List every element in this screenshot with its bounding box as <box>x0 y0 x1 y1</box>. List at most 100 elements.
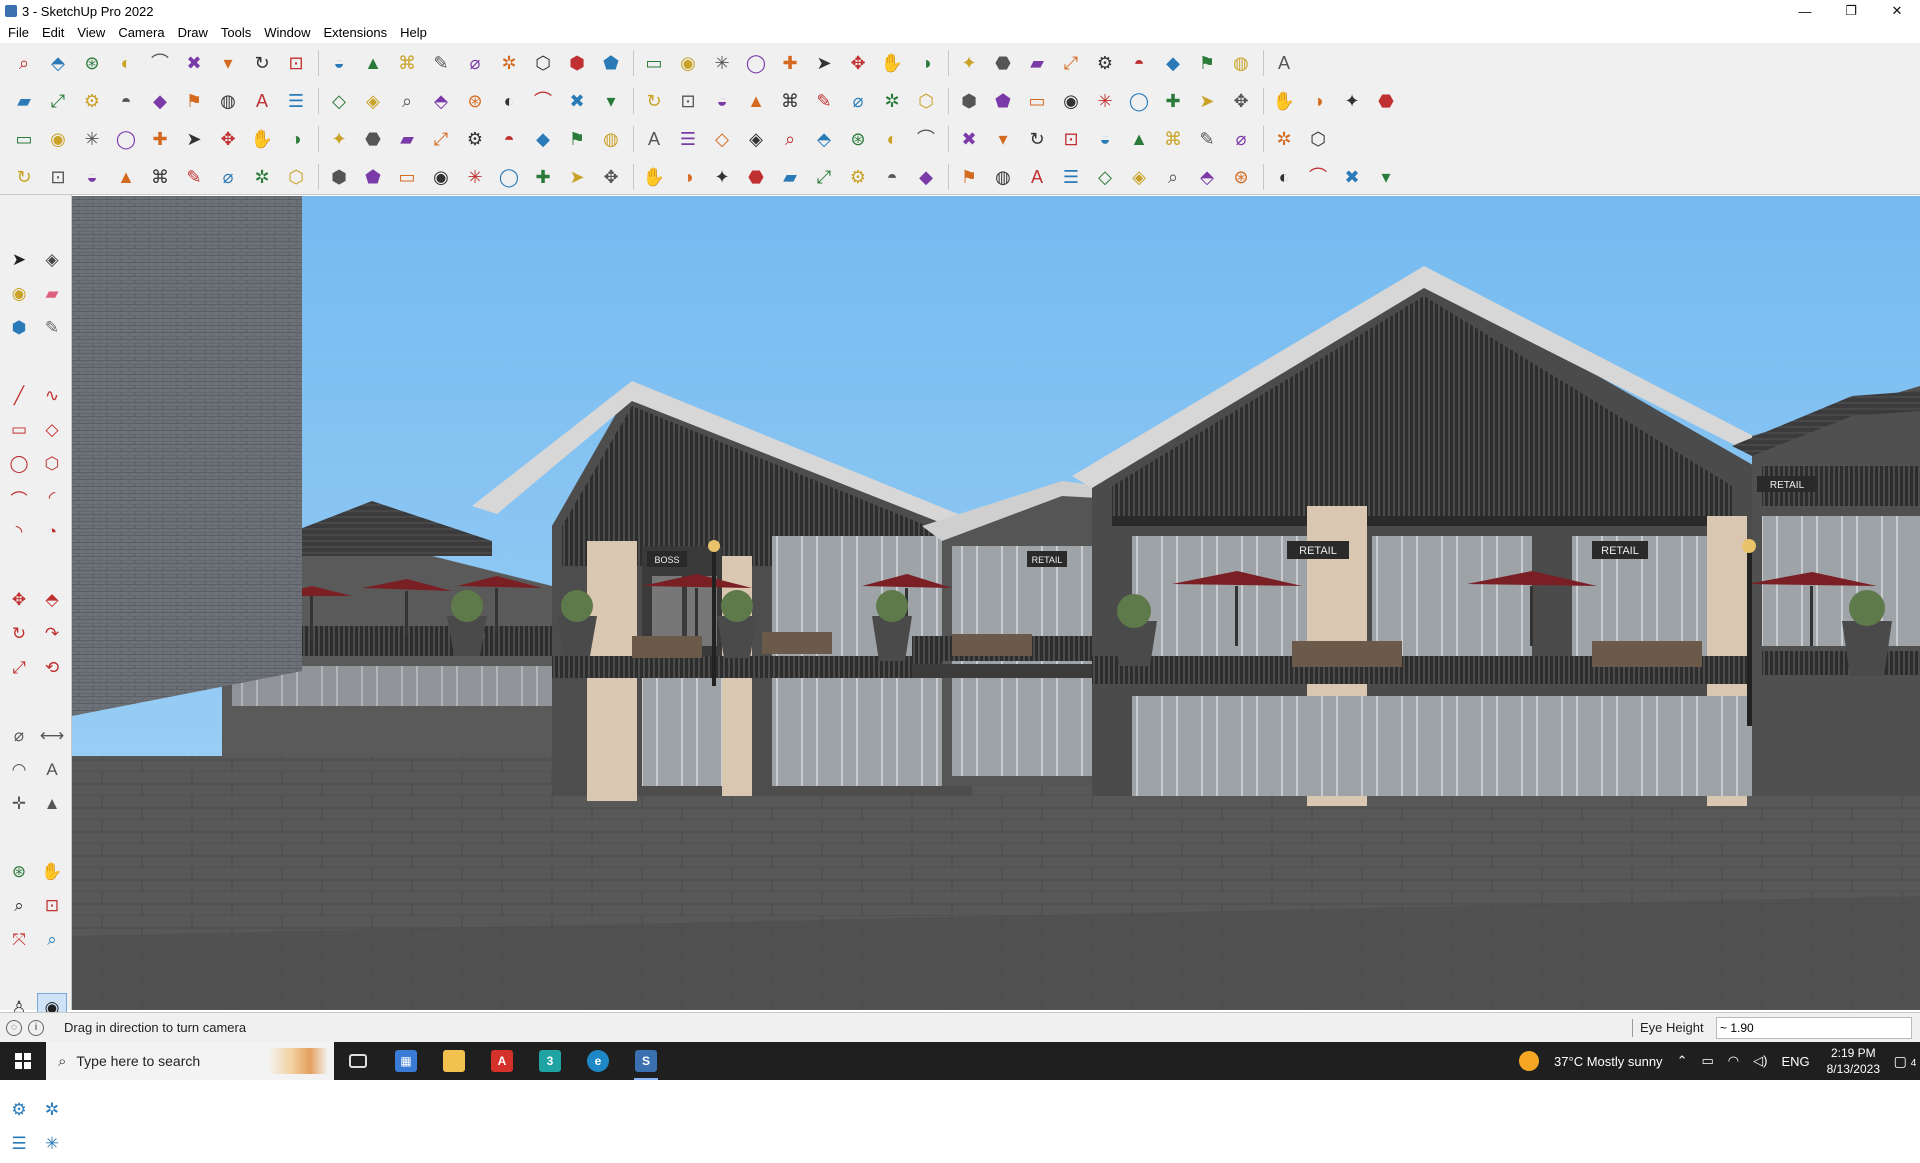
taskbar-app-acrobat[interactable]: A <box>478 1042 526 1080</box>
corner3-icon[interactable]: ▭ <box>391 161 423 193</box>
shape4-icon[interactable]: ⬣ <box>1370 85 1402 117</box>
fan-icon[interactable]: ⬢ <box>323 161 355 193</box>
blue-shape-icon[interactable]: ▭ <box>8 123 40 155</box>
plus-red-icon[interactable]: ◓ <box>493 123 525 155</box>
3d-text-icon[interactable]: ▲ <box>37 789 67 819</box>
hexagon-icon[interactable]: ⬡ <box>910 85 942 117</box>
ramp-icon[interactable]: ▰ <box>774 161 806 193</box>
menu-camera[interactable]: Camera <box>118 25 164 40</box>
cylinder-icon[interactable]: ⊛ <box>842 123 874 155</box>
box-icon[interactable]: ⬣ <box>357 123 389 155</box>
lasso-icon[interactable]: ✳ <box>1089 85 1121 117</box>
shape3-icon[interactable]: ✦ <box>1336 85 1368 117</box>
plus-green-icon[interactable]: ◆ <box>527 123 559 155</box>
tile1-icon[interactable]: ▲ <box>1123 123 1155 155</box>
building-icon[interactable]: ↻ <box>638 85 670 117</box>
group-icon[interactable]: ◒ <box>706 85 738 117</box>
rectangle-icon[interactable]: ⊡ <box>280 47 312 79</box>
lines-icon[interactable]: ⬣ <box>740 161 772 193</box>
ruby-icon[interactable]: A <box>1268 47 1300 79</box>
cluster-icon[interactable]: ▾ <box>987 123 1019 155</box>
sections-icon[interactable]: ⤢ <box>1055 47 1087 79</box>
scatter-icon[interactable]: ⌀ <box>1225 123 1257 155</box>
follow-me-icon[interactable]: ↷ <box>37 619 67 649</box>
layers-icon[interactable]: ✥ <box>842 47 874 79</box>
pie-icon[interactable]: ◔ <box>37 517 67 547</box>
shape1-icon[interactable]: ✋ <box>1268 85 1300 117</box>
hook-icon[interactable]: ◐ <box>876 123 908 155</box>
solid-tools-icon[interactable]: ⚙ <box>1089 47 1121 79</box>
info-icon[interactable]: i <box>28 1019 44 1036</box>
corner-icon[interactable]: ⤢ <box>425 123 457 155</box>
restore-button[interactable]: ❐ <box>1828 0 1874 22</box>
rake-icon[interactable]: ⤢ <box>808 161 840 193</box>
components-icon[interactable]: ➤ <box>808 47 840 79</box>
rotate-icon[interactable]: ⌀ <box>459 47 491 79</box>
menu-draw[interactable]: Draw <box>178 25 208 40</box>
rotate-icon[interactable]: ↻ <box>4 619 34 649</box>
weather-text[interactable]: 37°C Mostly sunny <box>1554 1054 1663 1069</box>
zoom-window-icon[interactable]: ⊡ <box>37 891 67 921</box>
arc-icon[interactable]: ⌒ <box>4 483 34 513</box>
red-plane-icon[interactable]: ◯ <box>110 123 142 155</box>
zoom-extents-icon[interactable]: ⤧ <box>4 925 34 955</box>
two-point-arc-icon[interactable]: ◜ <box>37 483 67 513</box>
shape2-icon[interactable]: ◑ <box>1302 85 1334 117</box>
loop-icon[interactable]: ✥ <box>212 123 244 155</box>
grid-plane-icon[interactable]: ➤ <box>178 123 210 155</box>
line-icon[interactable]: ➤ <box>1191 85 1223 117</box>
green-plane-icon[interactable]: ✚ <box>144 123 176 155</box>
three-point-arc-icon[interactable]: ◝ <box>4 517 34 547</box>
zoom-icon[interactable]: ⌕ <box>8 47 40 79</box>
gear-icon[interactable]: ⌘ <box>144 161 176 193</box>
move-icon[interactable]: ✎ <box>425 47 457 79</box>
redo-icon[interactable]: ◍ <box>1225 47 1257 79</box>
dots-icon[interactable]: ⚙ <box>459 123 491 155</box>
compass-icon[interactable]: ⬘ <box>808 123 840 155</box>
model-info-icon[interactable]: ✚ <box>774 47 806 79</box>
section-plane-icon[interactable]: ◈ <box>357 85 389 117</box>
rotate-axis-icon[interactable]: A <box>246 85 278 117</box>
start-button[interactable] <box>0 1042 46 1080</box>
styles-icon[interactable]: ✳ <box>37 1129 67 1159</box>
hatch15-icon[interactable]: ▾ <box>1370 161 1402 193</box>
paint-bucket-icon[interactable]: ◉ <box>4 279 34 309</box>
previous-view-icon[interactable]: ⌕ <box>37 925 67 955</box>
list-icon[interactable]: ◑ <box>280 123 312 155</box>
grid-dots-icon[interactable]: ⬡ <box>1302 123 1334 155</box>
orbit-icon[interactable]: ⊛ <box>4 857 34 887</box>
model-info-icon[interactable]: ⚙ <box>4 1095 34 1125</box>
zoom-extents-icon[interactable]: ◯ <box>740 47 772 79</box>
menu-view[interactable]: View <box>77 25 105 40</box>
taskbar-app-edge[interactable]: e <box>574 1042 622 1080</box>
close-button[interactable]: ✕ <box>1874 0 1920 22</box>
flip-icon[interactable]: ◓ <box>1123 47 1155 79</box>
weather-sun-icon[interactable] <box>1519 1051 1540 1071</box>
section-cut-icon[interactable]: ⌕ <box>391 85 423 117</box>
zoom-icon[interactable]: ⌕ <box>4 891 34 921</box>
split-icon[interactable]: ▲ <box>110 161 142 193</box>
pencil-icon[interactable]: ⌒ <box>144 47 176 79</box>
select-arrow-icon[interactable]: ⬘ <box>42 47 74 79</box>
section-fill-icon[interactable]: ⬘ <box>425 85 457 117</box>
polygon-icon[interactable]: ◯ <box>1123 85 1155 117</box>
push-pull-icon[interactable]: ⬘ <box>37 585 67 615</box>
offset-icon[interactable]: ◇ <box>323 85 355 117</box>
sample-paint-icon[interactable]: ✎ <box>37 313 67 343</box>
extension-warehouse-icon[interactable]: ▰ <box>1021 47 1053 79</box>
taskbar-app-sketchup[interactable]: S <box>622 1042 670 1080</box>
wave-icon[interactable]: ✚ <box>527 161 559 193</box>
scale-icon[interactable]: ⤢ <box>4 653 34 683</box>
hatch12-icon[interactable]: ◐ <box>1268 161 1300 193</box>
dropdown-icon[interactable]: ◒ <box>323 47 355 79</box>
yellow-plane-icon[interactable]: ✳ <box>76 123 108 155</box>
dropdown-icon[interactable]: ↻ <box>246 47 278 79</box>
mesh-icon[interactable]: ⊡ <box>1055 123 1087 155</box>
ghost-icon[interactable]: ✥ <box>1225 85 1257 117</box>
text-icon[interactable]: ⬢ <box>561 47 593 79</box>
square-icon[interactable]: ⌀ <box>842 85 874 117</box>
curve-dots-icon[interactable]: ✲ <box>1268 123 1300 155</box>
arrow-icon[interactable]: ✦ <box>706 161 738 193</box>
polygon-icon[interactable]: ⬡ <box>37 449 67 479</box>
blob-icon[interactable]: ⬡ <box>280 161 312 193</box>
